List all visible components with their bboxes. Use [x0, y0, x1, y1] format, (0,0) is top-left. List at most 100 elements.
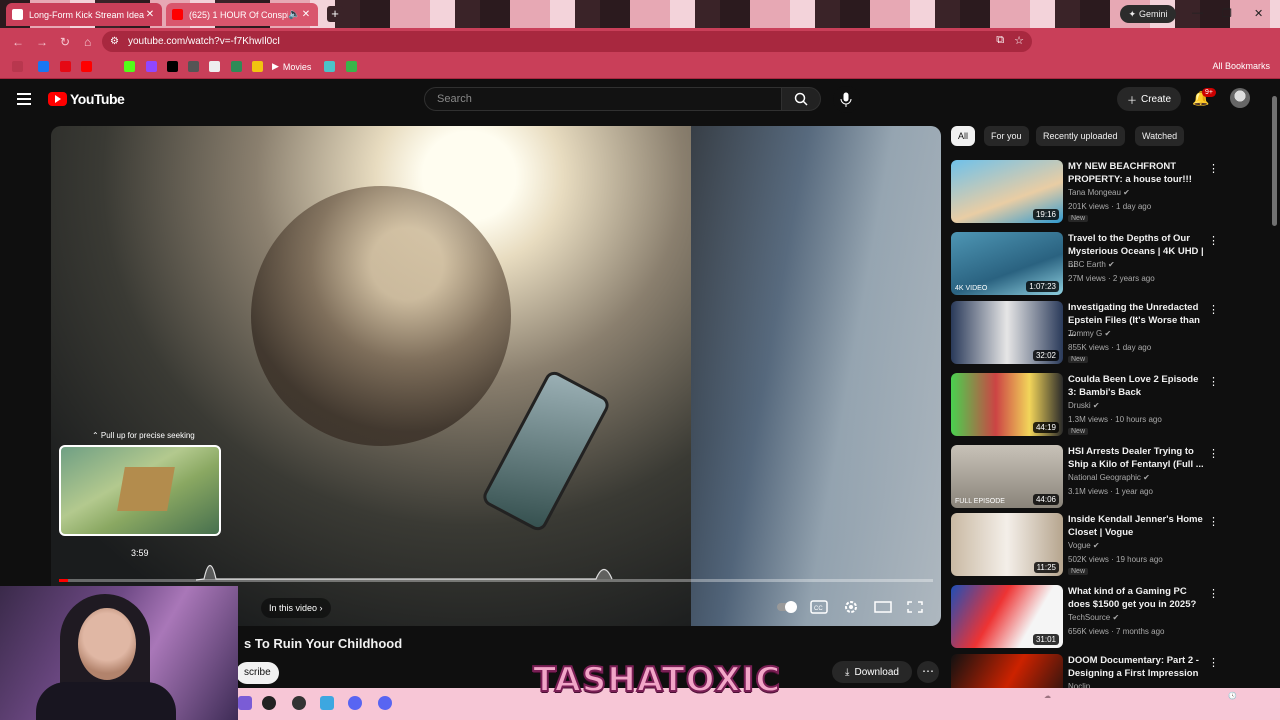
- gemini-button[interactable]: ✦ Gemini: [1120, 5, 1176, 23]
- search-input[interactable]: Search: [424, 87, 782, 111]
- captions-icon[interactable]: CC: [810, 600, 828, 614]
- discord-icon[interactable]: [378, 696, 392, 710]
- minimize-icon[interactable]: —: [1192, 7, 1203, 19]
- create-button[interactable]: ＋ Create: [1117, 87, 1181, 111]
- more-vert-icon[interactable]: ⋮: [1208, 162, 1219, 175]
- progress-bar[interactable]: [59, 579, 933, 582]
- bookmark-movies[interactable]: ▶ Movies: [272, 61, 311, 72]
- system-clock[interactable]: 🕓: [1228, 692, 1237, 700]
- chip-for-you[interactable]: For you: [984, 126, 1029, 146]
- bookmark-icon[interactable]: [346, 61, 357, 72]
- video-player[interactable]: [51, 126, 941, 626]
- kick-icon[interactable]: [124, 61, 135, 72]
- app-icon[interactable]: [262, 696, 276, 710]
- new-tab-button[interactable]: +: [327, 6, 343, 22]
- bookmark-icon[interactable]: [252, 61, 263, 72]
- more-vert-icon[interactable]: ⋮: [1208, 515, 1219, 528]
- notepad-icon[interactable]: [320, 696, 334, 710]
- channel-name[interactable]: Vogue ✔: [1068, 541, 1100, 550]
- url-bar[interactable]: ⚙ youtube.com/watch?v=-f7KhwIl0cI ⧉ ☆: [102, 31, 1032, 52]
- reload-icon[interactable]: ↻: [60, 35, 70, 49]
- recommendation-title[interactable]: Coulda Been Love 2 Episode 3: Bambi's Ba…: [1068, 373, 1208, 399]
- recommendation-item[interactable]: 44:19 Coulda Been Love 2 Episode 3: Bamb…: [951, 373, 1271, 441]
- account-avatar[interactable]: [1230, 88, 1250, 108]
- recommendation-title[interactable]: MY NEW BEACHFRONT PROPERTY: a house tour…: [1068, 160, 1208, 186]
- bookmark-icon[interactable]: [188, 61, 199, 72]
- bookmark-icon[interactable]: [231, 61, 242, 72]
- theater-mode-icon[interactable]: [874, 600, 892, 614]
- channel-name[interactable]: TechSource ✔: [1068, 613, 1119, 622]
- voice-search-button[interactable]: [833, 86, 860, 113]
- channel-name[interactable]: National Geographic ✔: [1068, 473, 1150, 482]
- autoplay-toggle-icon[interactable]: [776, 600, 798, 614]
- recommendation-title[interactable]: DOOM Documentary: Part 2 - Designing a F…: [1068, 654, 1208, 680]
- recommendation-item[interactable]: FULL EPISODE 44:06 HSI Arrests Dealer Try…: [951, 445, 1271, 513]
- more-actions-button[interactable]: ⋯: [917, 661, 939, 683]
- subscribe-button[interactable]: scribe: [236, 662, 279, 684]
- home-icon[interactable]: ⌂: [84, 35, 91, 49]
- more-vert-icon[interactable]: ⋮: [1208, 375, 1219, 388]
- speaker-icon[interactable]: 🔈: [288, 9, 300, 20]
- more-vert-icon[interactable]: ⋮: [1208, 234, 1219, 247]
- settings-gear-icon[interactable]: [842, 600, 860, 614]
- chip-recently-uploaded[interactable]: Recently uploaded: [1036, 126, 1125, 146]
- twitch-icon[interactable]: [146, 61, 157, 72]
- video-thumbnail[interactable]: 4K VIDEO 1:07:23: [951, 232, 1063, 295]
- hamburger-menu-icon[interactable]: [17, 93, 31, 105]
- tab-kick-stream-ideas[interactable]: Long-Form Kick Stream Ideas ✕: [6, 3, 162, 26]
- apps-icon[interactable]: [12, 61, 23, 72]
- channel-name[interactable]: BBC Earth ✔: [1068, 260, 1115, 269]
- recommendation-title[interactable]: What kind of a Gaming PC does $1500 get …: [1068, 585, 1208, 611]
- all-bookmarks[interactable]: All Bookmarks: [1212, 61, 1270, 71]
- thumbnail-label: FULL EPISODE: [955, 498, 1005, 505]
- recommendation-item[interactable]: 4K VIDEO 1:07:23 Travel to the Depths of …: [951, 232, 1271, 300]
- close-tab-icon[interactable]: ✕: [144, 9, 156, 20]
- channel-name[interactable]: Tommy G ✔: [1068, 329, 1111, 338]
- tab-youtube-video[interactable]: (625) 1 HOUR Of Conspira 🔈 ✕: [166, 3, 318, 26]
- fullscreen-icon[interactable]: [906, 600, 924, 614]
- video-thumbnail[interactable]: 31:01: [951, 585, 1063, 648]
- download-button[interactable]: ⤓ Download: [832, 661, 912, 683]
- video-thumbnail[interactable]: FULL EPISODE 44:06: [951, 445, 1063, 508]
- recommendation-item[interactable]: 11:25 Inside Kendall Jenner's Home Close…: [951, 513, 1271, 581]
- video-thumbnail[interactable]: 44:19: [951, 373, 1063, 436]
- youtube-icon[interactable]: [81, 61, 92, 72]
- site-info-icon[interactable]: ⚙: [110, 36, 119, 47]
- forward-icon[interactable]: →: [36, 35, 48, 49]
- obs-icon[interactable]: [292, 696, 306, 710]
- facebook-icon[interactable]: [38, 61, 49, 72]
- install-icon[interactable]: ⧉: [996, 34, 1004, 47]
- back-icon[interactable]: ←: [12, 35, 24, 49]
- channel-name[interactable]: Tana Mongeau ✔: [1068, 188, 1130, 197]
- start-icon[interactable]: [238, 696, 252, 710]
- recommendation-title[interactable]: HSI Arrests Dealer Trying to Ship a Kilo…: [1068, 445, 1208, 471]
- recommendation-item[interactable]: 32:02 Investigating the Unredacted Epste…: [951, 301, 1271, 369]
- recommendation-title[interactable]: Inside Kendall Jenner's Home Closet | Vo…: [1068, 513, 1208, 539]
- more-vert-icon[interactable]: ⋮: [1208, 587, 1219, 600]
- video-thumbnail[interactable]: 32:02: [951, 301, 1063, 364]
- in-this-video-button[interactable]: In this video ›: [261, 598, 331, 618]
- chip-all[interactable]: All: [951, 126, 976, 146]
- weather-tray-icon[interactable]: ☁: [1044, 692, 1051, 700]
- recommendation-item[interactable]: 31:01 What kind of a Gaming PC does $150…: [951, 585, 1271, 653]
- x-icon[interactable]: [167, 61, 178, 72]
- close-window-icon[interactable]: ✕: [1254, 7, 1263, 20]
- maximize-icon[interactable]: ❐: [1222, 7, 1232, 20]
- channel-name[interactable]: Druski ✔: [1068, 401, 1100, 410]
- recommendation-item[interactable]: 19:16 MY NEW BEACHFRONT PROPERTY: a hous…: [951, 160, 1271, 228]
- video-thumbnail[interactable]: 11:25: [951, 513, 1063, 576]
- chip-watched[interactable]: Watched: [1135, 126, 1185, 146]
- bookmark-icon[interactable]: [209, 61, 220, 72]
- netflix-icon[interactable]: [60, 61, 71, 72]
- bookmark-star-icon[interactable]: ☆: [1014, 34, 1024, 47]
- more-vert-icon[interactable]: ⋮: [1208, 656, 1219, 669]
- more-vert-icon[interactable]: ⋮: [1208, 303, 1219, 316]
- youtube-logo[interactable]: YouTube: [48, 91, 125, 107]
- close-tab-icon[interactable]: ✕: [300, 9, 312, 20]
- discord-icon[interactable]: [348, 696, 362, 710]
- video-thumbnail[interactable]: 19:16: [951, 160, 1063, 223]
- more-vert-icon[interactable]: ⋮: [1208, 447, 1219, 460]
- search-button[interactable]: [781, 87, 821, 111]
- sidebar-scrollbar[interactable]: [1272, 96, 1277, 226]
- bookmark-icon[interactable]: [324, 61, 335, 72]
